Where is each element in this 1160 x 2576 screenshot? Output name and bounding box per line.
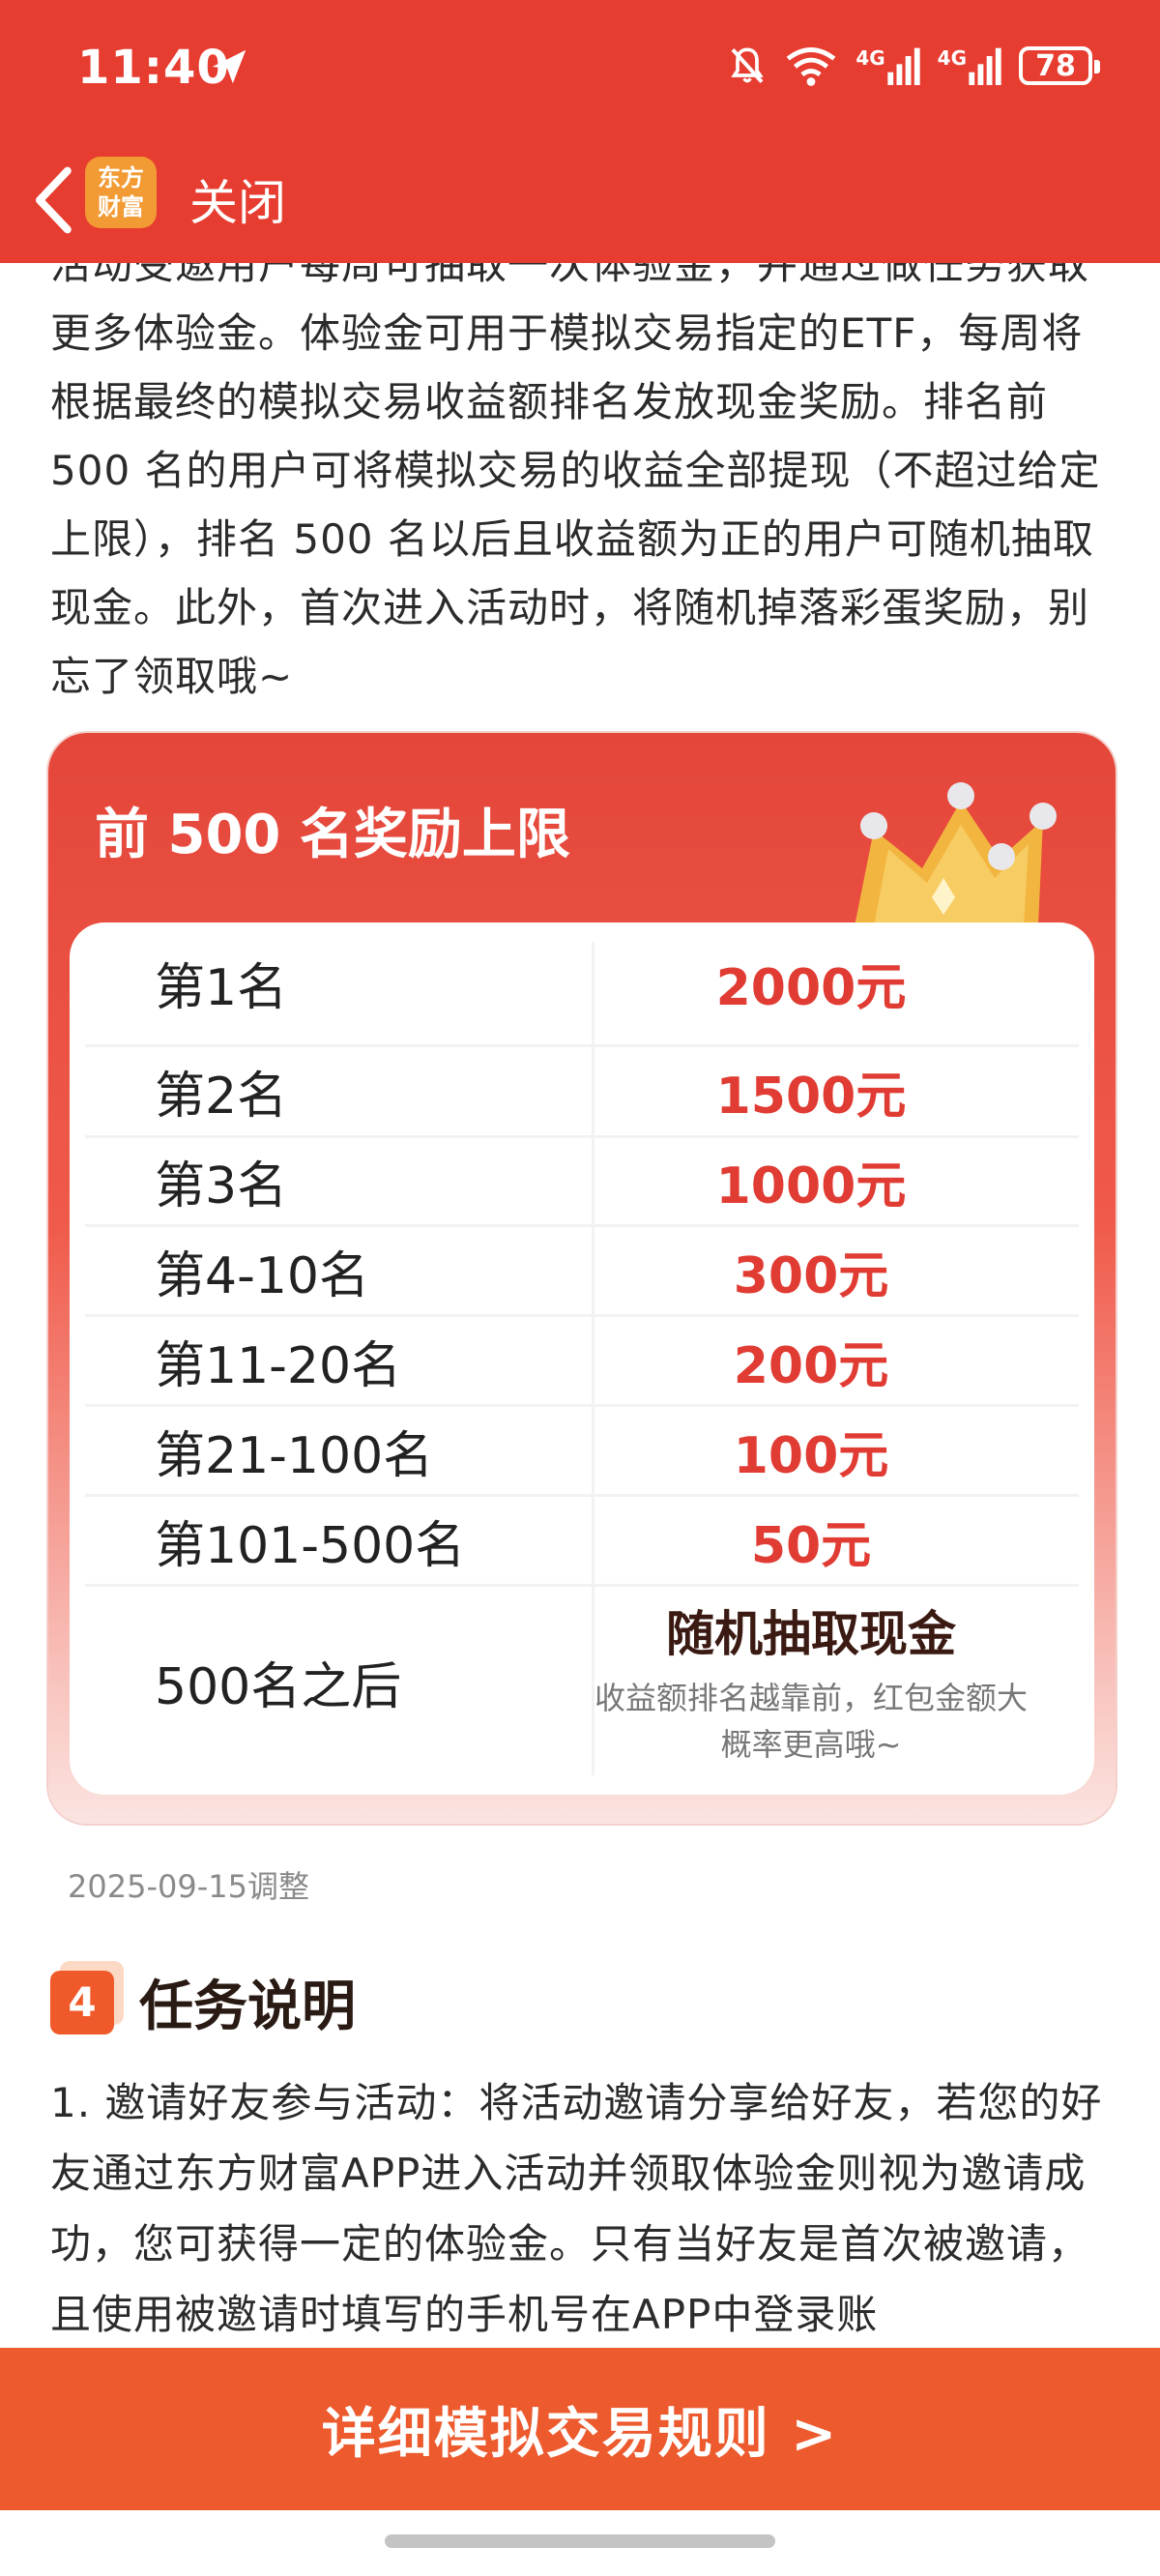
header: 11:40 4G 4G 78 东方 财富 关闭 (0, 0, 1160, 263)
rank-cell: 第3名 (155, 1156, 288, 1215)
logo-line-2: 财富 (98, 193, 144, 220)
table-row: 第4-10名 300元 (85, 1227, 1079, 1314)
random-cash-note: 收益额排名越靠前，红包金额大 概率更高哦~ (543, 1675, 1079, 1768)
network-label-2: 4G (937, 46, 967, 70)
table-row: 第21-100名 100元 (85, 1407, 1079, 1494)
adjust-date: 2025-09-15调整 (68, 1868, 309, 1905)
reward-card-title: 前 500 名奖励上限 (95, 804, 570, 866)
rank-cell: 第1名 (155, 958, 288, 1017)
table-row: 第2名 1500元 (85, 1047, 1079, 1134)
table-row: 第3名 1000元 (85, 1138, 1079, 1223)
signal-icon (886, 47, 920, 85)
logo-line-1: 东方 (98, 164, 144, 191)
note-line-2: 概率更高哦~ (720, 1726, 902, 1763)
back-icon[interactable] (21, 161, 89, 239)
amount-cell: 2000元 (715, 958, 907, 1017)
signal-2-icon: 4G (938, 46, 1001, 85)
amount-cell: 100元 (733, 1426, 889, 1485)
table-row: 第1名 2000元 (85, 942, 1079, 1023)
wifi-icon (787, 47, 836, 86)
rank-cell: 第2名 (155, 1067, 288, 1126)
amount-cell: 1500元 (715, 1067, 907, 1126)
reward-card: 前 500 名奖励上限 第1名 2000元 第2名 1500元 第3名 1000… (48, 733, 1116, 1824)
amount-cell: 1000元 (715, 1156, 907, 1215)
status-bar: 11:40 4G 4G 78 (0, 0, 1160, 140)
rank-cell: 第4-10名 (155, 1246, 370, 1305)
nav-bar (0, 140, 1160, 263)
signal-icon (969, 47, 1001, 85)
status-icons: 4G 4G 78 (728, 39, 1100, 93)
rank-cell: 第21-100名 (155, 1426, 434, 1485)
task-section-header: 4 任务说明 (50, 1963, 356, 2041)
section-number-badge: 4 (50, 1970, 114, 2034)
rank-cell: 第11-20名 (155, 1336, 402, 1395)
table-row: 第101-500名 50元 (85, 1497, 1079, 1584)
crown-icon (855, 782, 1057, 926)
network-label-1: 4G (856, 46, 885, 70)
close-button[interactable]: 关闭 (189, 164, 286, 234)
note-line-1: 收益额排名越靠前，红包金额大 (594, 1680, 1028, 1716)
amount-cell: 随机抽取现金 收益额排名越靠前，红包金额大 概率更高哦~ (543, 1595, 1079, 1768)
amount-cell: 300元 (733, 1246, 889, 1305)
task-description: 1. 邀请好友参与活动：将活动邀请分享给好友，若您的好友通过东方财富APP进入活… (50, 2079, 1103, 2338)
battery-level: 78 (1035, 48, 1076, 83)
rank-cell: 500名之后 (155, 1657, 402, 1716)
battery-icon: 78 (1019, 46, 1100, 85)
reward-table: 第1名 2000元 第2名 1500元 第3名 1000元 第4-10名 300… (70, 922, 1094, 1795)
rank-cell: 第101-500名 (155, 1516, 466, 1575)
table-row: 500名之后 随机抽取现金 收益额排名越靠前，红包金额大 概率更高哦~ (85, 1587, 1079, 1776)
app-logo: 东方 财富 (85, 157, 157, 228)
intro-text: 活动受邀用户每周可抽取一次体验金，并通过做任务获取更多体验金。体验金可用于模拟交… (50, 241, 1101, 700)
table-row: 第11-20名 200元 (85, 1317, 1079, 1404)
section-title: 任务说明 (139, 1976, 356, 2038)
amount-cell: 50元 (750, 1516, 872, 1575)
home-indicator[interactable] (385, 2534, 775, 2548)
rules-button[interactable]: 详细模拟交易规则 > (0, 2348, 1160, 2510)
send-icon (212, 49, 246, 84)
amount-cell: 200元 (733, 1336, 889, 1395)
bell-off-icon (731, 47, 765, 84)
random-cash-label: 随机抽取现金 (666, 1606, 956, 1662)
signal-1-icon: 4G (856, 46, 920, 85)
